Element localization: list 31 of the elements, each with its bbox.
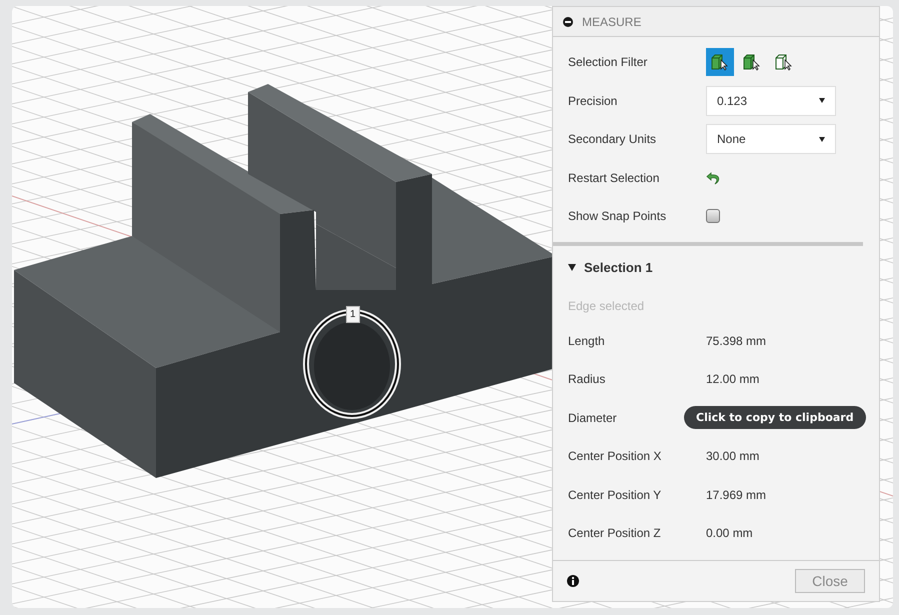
measure-value[interactable]: 0.00 mm xyxy=(706,526,753,540)
expand-triangle-icon[interactable] xyxy=(568,264,576,271)
collapse-icon[interactable] xyxy=(563,16,573,26)
measure-value[interactable]: 12.00 mm xyxy=(706,372,760,386)
panel-title: MEASURE xyxy=(582,14,642,28)
dropdown-field[interactable]: 0.123 xyxy=(706,86,836,116)
selection-filter-button[interactable] xyxy=(706,48,734,76)
measure-value[interactable]: 17.969 mm xyxy=(706,488,766,502)
setting-label: Selection Filter xyxy=(568,55,648,70)
selection-marker: 1 xyxy=(346,306,360,323)
tooltip: Click to copy to clipboard xyxy=(684,406,866,430)
measure-label: Radius xyxy=(568,372,606,386)
measure-label: Center Position Y xyxy=(568,488,662,502)
measure-label: Center Position X xyxy=(568,449,662,464)
undo-arrow-icon[interactable] xyxy=(706,170,722,186)
measure-value[interactable]: 75.398 mm xyxy=(706,334,766,348)
setting-label: Precision xyxy=(568,94,618,108)
snap-points-checkbox[interactable] xyxy=(706,209,720,224)
setting-label: Restart Selection xyxy=(568,170,660,185)
setting-label: Secondary Units xyxy=(568,132,658,146)
cube-cursor-icon xyxy=(774,53,794,72)
setting-label: Show Snap Points xyxy=(568,209,668,224)
measure-value[interactable]: 30.00 mm xyxy=(706,449,760,464)
cube-cursor-icon xyxy=(710,53,730,72)
info-icon[interactable] xyxy=(567,575,579,587)
dropdown-field[interactable]: None xyxy=(706,124,836,154)
section-title: Selection 1 xyxy=(584,260,653,275)
measure-label: Center Position Z xyxy=(568,526,662,540)
status-text: Edge selected xyxy=(567,298,646,314)
cube-cursor-icon xyxy=(742,53,762,72)
measure-label: Length xyxy=(568,334,606,348)
